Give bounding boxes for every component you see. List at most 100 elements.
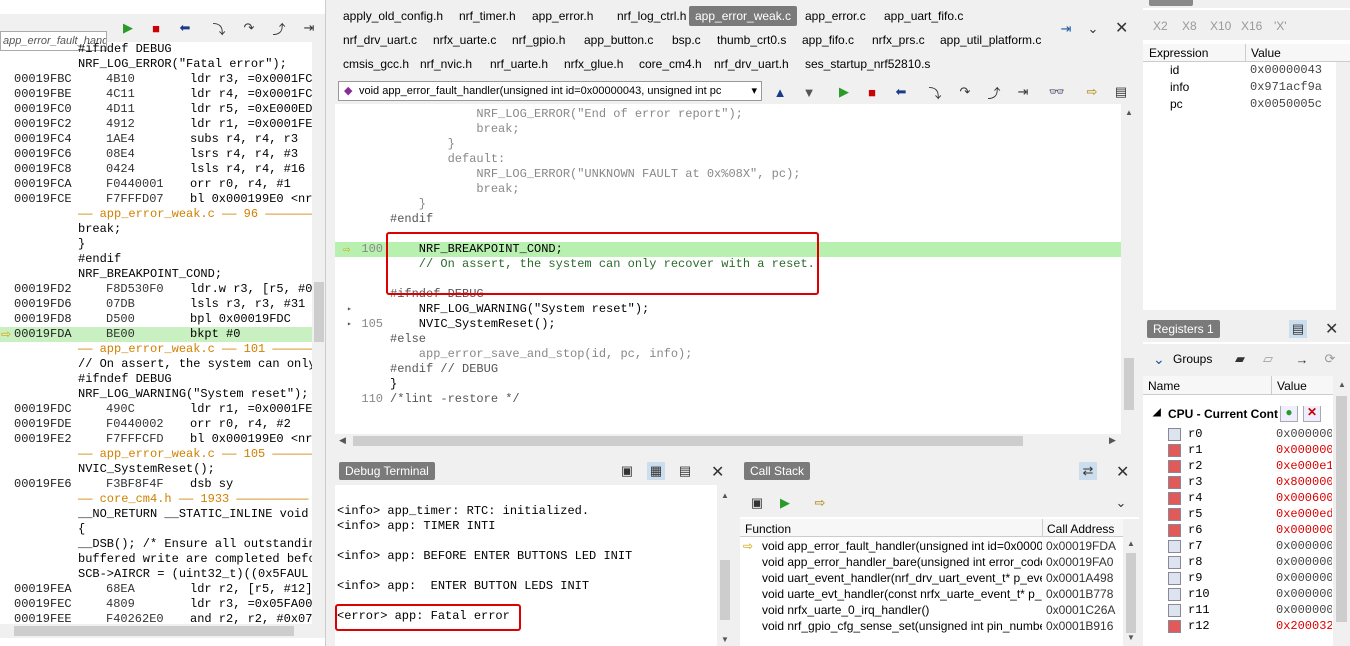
close-registers-icon[interactable]: ✕: [1325, 319, 1338, 339]
tab-thumb-crt0-s[interactable]: thumb_crt0.s: [711, 30, 792, 50]
watch-row[interactable]: info 0x971acf9a: [1143, 79, 1350, 96]
call-stack-options-icon[interactable]: ⇄: [1079, 462, 1097, 480]
close-terminal-icon[interactable]: ✕: [711, 462, 724, 482]
tab-nrfx-prs-c[interactable]: nrfx_prs.c: [866, 30, 931, 50]
code-line[interactable]: }: [335, 377, 1121, 392]
code-line[interactable]: 110 /*lint -restore */: [335, 392, 1121, 407]
register-group-cpu[interactable]: CPU - Current Context: [1168, 407, 1278, 421]
tab-app-error-h[interactable]: app_error.h: [526, 6, 599, 26]
code-line[interactable]: NRF_LOG_ERROR("End of error report");: [335, 107, 1121, 122]
tab-apply-old-config-h[interactable]: apply_old_config.h: [337, 6, 449, 26]
code-line[interactable]: #endif: [335, 212, 1121, 227]
terminal-title[interactable]: Debug Terminal: [339, 462, 435, 480]
call-stack-row[interactable]: void uarte_evt_handler(const nrfx_uarte_…: [740, 586, 1125, 602]
step-into-icon[interactable]: ⤵: [926, 83, 944, 101]
registers-options-icon[interactable]: ▤: [1289, 320, 1307, 338]
register-row[interactable]: r6 0x000000: [1143, 522, 1350, 538]
editor-vscrollbar[interactable]: ▲: [1121, 104, 1137, 434]
register-row[interactable]: r10 0x000000: [1143, 586, 1350, 602]
close-editor-icon[interactable]: ✕: [1115, 18, 1128, 38]
remove-icon[interactable]: ✕: [1303, 406, 1321, 422]
registers-title[interactable]: Registers 1: [1147, 320, 1220, 338]
terminal-options-icon[interactable]: ▦: [647, 462, 665, 480]
format-x16[interactable]: X16: [1241, 19, 1262, 33]
tab-nrfx-uarte-c[interactable]: nrfx_uarte.c: [427, 30, 502, 50]
tab-cmsis-gcc-h[interactable]: cmsis_gcc.h: [337, 54, 415, 74]
editor-hscrollbar[interactable]: ◀ ▶: [335, 434, 1121, 448]
tab-nrf-log-ctrl-h[interactable]: nrf_log_ctrl.h: [611, 6, 692, 26]
function-select[interactable]: ◆ void app_error_fault_handler(unsigned …: [338, 81, 762, 101]
go-arrow-icon[interactable]: →: [1293, 350, 1311, 368]
refresh-icon[interactable]: ⟳: [1321, 350, 1339, 368]
tab-nrf-timer-h[interactable]: nrf_timer.h: [453, 6, 522, 26]
call-stack-row[interactable]: void nrf_gpio_cfg_sense_set(unsigned int…: [740, 618, 1125, 634]
register-row[interactable]: r0 0x000000: [1143, 426, 1350, 442]
stop-icon[interactable]: ■: [147, 19, 165, 37]
code-line[interactable]: app_error_save_and_stop(id, pc, info);: [335, 347, 1121, 362]
glasses-icon[interactable]: 👓: [1048, 83, 1066, 101]
tab-nrf-gpio-h[interactable]: nrf_gpio.h: [506, 30, 571, 50]
groups-chevron-icon[interactable]: ⌄: [1153, 351, 1165, 368]
tab-app-util-platform-c[interactable]: app_util_platform.c: [934, 30, 1047, 50]
tab-nrfx-glue-h[interactable]: nrfx_glue.h: [558, 54, 629, 74]
step-out-icon[interactable]: ⤴: [985, 83, 1003, 101]
tab-core-cm4-h[interactable]: core_cm4.h: [633, 54, 708, 74]
disassembly-toggle-icon[interactable]: ▤: [1112, 83, 1130, 101]
down-arrow-icon[interactable]: ▼: [800, 83, 818, 101]
chip-icon[interactable]: ▰: [1231, 350, 1249, 368]
register-row[interactable]: r3 0x800000: [1143, 474, 1350, 490]
register-row[interactable]: r4 0x000600: [1143, 490, 1350, 506]
code-line[interactable]: }: [335, 137, 1121, 152]
show-next-statement-icon[interactable]: ⇨: [1083, 83, 1101, 101]
tab-nrf-uarte-h[interactable]: nrf_uarte.h: [484, 54, 554, 74]
code-line[interactable]: break;: [335, 122, 1121, 137]
run-icon[interactable]: ▶: [835, 83, 853, 101]
step-over-icon[interactable]: ↷: [956, 83, 974, 101]
code-line[interactable]: #else: [335, 332, 1121, 347]
run-icon[interactable]: ▶: [776, 494, 794, 512]
tab-app-error-c[interactable]: app_error.c: [799, 6, 872, 26]
code-line[interactable]: break;: [335, 182, 1121, 197]
terminal-clear-icon[interactable]: ▣: [618, 462, 636, 480]
tab-bsp-c[interactable]: bsp.c: [666, 30, 707, 50]
eraser-icon[interactable]: ▱: [1259, 350, 1277, 368]
tab-nrf-drv-uart-h[interactable]: nrf_drv_uart.h: [708, 54, 795, 74]
call-stack-view-icon[interactable]: ▣: [748, 494, 766, 512]
back-arrow-icon[interactable]: ⬅: [892, 83, 910, 101]
register-row[interactable]: r11 0x000000: [1143, 602, 1350, 618]
step-out-icon[interactable]: ⤴: [270, 19, 288, 37]
tab-list-icon[interactable]: ⇥: [1057, 20, 1075, 38]
run-icon[interactable]: ▶: [119, 19, 137, 37]
chevron-down-icon[interactable]: ⌄: [1084, 20, 1102, 38]
stop-icon[interactable]: ■: [863, 83, 881, 101]
tab-ses-startup-nrf52810-s[interactable]: ses_startup_nrf52810.s: [799, 54, 936, 74]
call-stack-row[interactable]: void nrfx_uarte_0_irq_handler() 0x0001C26…: [740, 602, 1125, 618]
code-line[interactable]: default:: [335, 152, 1121, 167]
tab-app-uart-fifo-c[interactable]: app_uart_fifo.c: [878, 6, 969, 26]
tab-app-fifo-c[interactable]: app_fifo.c: [796, 30, 860, 50]
code-line[interactable]: }: [335, 197, 1121, 212]
watch-row[interactable]: id 0x00000043: [1143, 62, 1350, 79]
close-call-stack-icon[interactable]: ✕: [1116, 462, 1129, 482]
code-line[interactable]: 105 NVIC_SystemReset();: [335, 317, 1121, 332]
format-x10[interactable]: X10: [1210, 19, 1231, 33]
register-row[interactable]: r1 0x000000: [1143, 442, 1350, 458]
register-row[interactable]: r12 0x200032: [1143, 618, 1350, 634]
register-row[interactable]: r5 0xe000ed: [1143, 506, 1350, 522]
register-row[interactable]: r2 0xe000e1: [1143, 458, 1350, 474]
format-x8[interactable]: X8: [1182, 19, 1197, 33]
tab-app-error-weak-c[interactable]: app_error_weak.c: [689, 6, 798, 26]
step-into-icon[interactable]: ⤵: [210, 19, 228, 37]
chevron-down-icon[interactable]: ⌄: [1112, 494, 1130, 512]
call-stack-row[interactable]: void app_error_handler_bare(unsigned int…: [740, 554, 1125, 570]
code-line[interactable]: NRF_LOG_WARNING("System reset");: [335, 302, 1121, 317]
code-line[interactable]: NRF_LOG_ERROR("UNKNOWN FAULT at 0x%08X",…: [335, 167, 1121, 182]
tab-nrf-nvic-h[interactable]: nrf_nvic.h: [414, 54, 478, 74]
add-watch-icon[interactable]: ●: [1280, 406, 1298, 422]
back-arrow-icon[interactable]: ⬅: [176, 19, 194, 37]
register-row[interactable]: r8 0x000000: [1143, 554, 1350, 570]
register-row[interactable]: r9 0x000000: [1143, 570, 1350, 586]
show-next-statement-icon[interactable]: ⇨: [811, 494, 829, 512]
run-to-cursor-icon[interactable]: ⇥: [1014, 83, 1032, 101]
tab-app-button-c[interactable]: app_button.c: [578, 30, 659, 50]
